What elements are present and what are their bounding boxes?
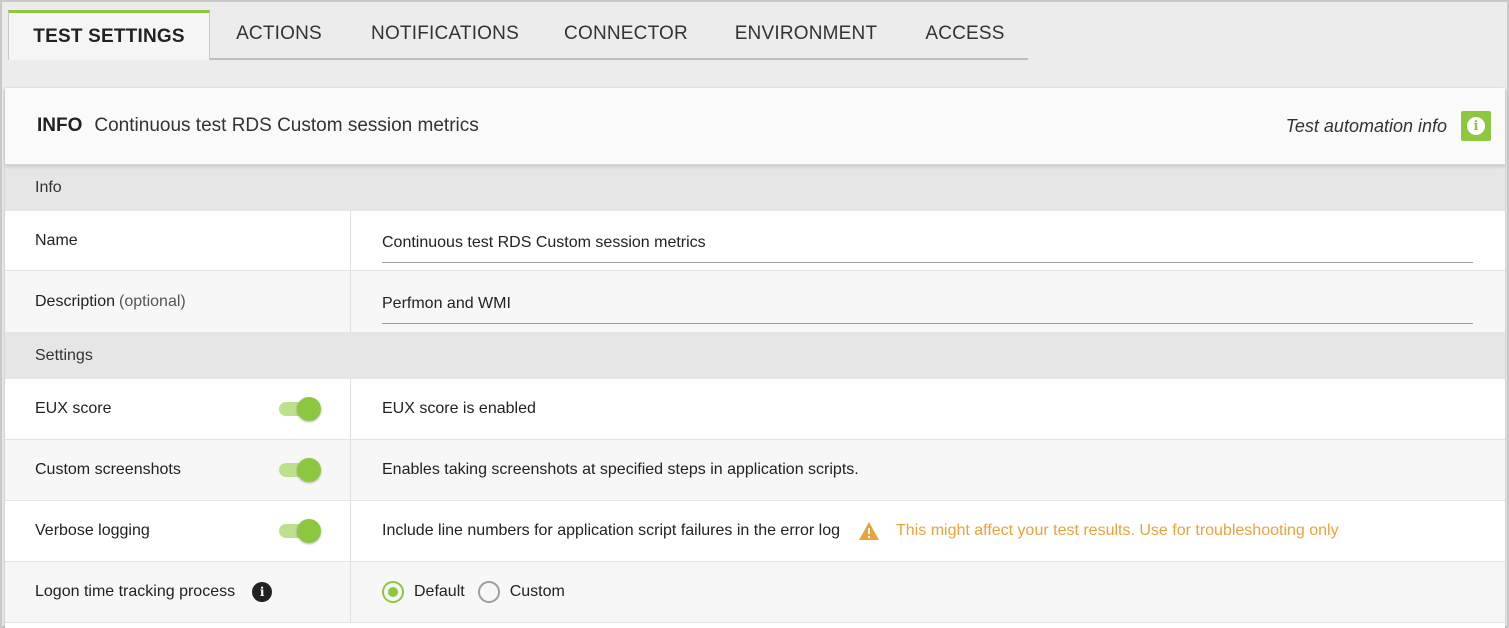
tab-access[interactable]: ACCESS — [902, 10, 1028, 58]
screenshots-toggle[interactable] — [279, 458, 321, 482]
logon-info-icon[interactable]: i — [252, 582, 273, 602]
test-automation-info-link[interactable]: Test automation info — [1286, 116, 1447, 137]
verbose-toggle[interactable] — [279, 519, 321, 543]
logon-default-label[interactable]: Default — [414, 583, 465, 601]
optional-hint: (optional) — [119, 292, 186, 310]
warning-icon — [858, 521, 880, 541]
tab-bar: TEST SETTINGS ACTIONS NOTIFICATIONS CONN… — [8, 8, 1028, 60]
screenshots-description: Enables taking screenshots at specified … — [382, 461, 859, 478]
logon-custom-radio[interactable] — [477, 581, 500, 603]
eux-label: EUX score — [35, 400, 112, 417]
section-settings: Settings — [5, 333, 1505, 379]
tab-test-settings[interactable]: TEST SETTINGS — [8, 10, 210, 60]
verbose-warning: This might affect your test results. Use… — [896, 522, 1339, 539]
description-label: Description — [35, 292, 116, 310]
logon-label: Logon time tracking process — [35, 583, 236, 600]
verbose-description: Include line numbers for application scr… — [382, 522, 841, 539]
verbose-label: Verbose logging — [35, 522, 150, 539]
description-row: Description (optional) Perfmon and WMI — [5, 271, 1505, 333]
verbose-row: Verbose logging Include line numbers for… — [5, 501, 1505, 562]
tab-connector[interactable]: CONNECTOR — [542, 10, 710, 58]
tab-environment[interactable]: ENVIRONMENT — [710, 10, 902, 58]
panel-header: INFO Continuous test RDS Custom session … — [5, 88, 1505, 165]
name-row: Name Continuous test RDS Custom session … — [5, 211, 1505, 271]
description-field[interactable]: Perfmon and WMI — [382, 285, 1473, 324]
tab-notifications[interactable]: NOTIFICATIONS — [348, 10, 542, 58]
eux-toggle[interactable] — [279, 397, 321, 421]
tab-actions[interactable]: ACTIONS — [210, 10, 348, 58]
header-title: Continuous test RDS Custom session metri… — [94, 115, 479, 136]
settings-panel: INFO Continuous test RDS Custom session … — [5, 88, 1505, 628]
logon-default-radio[interactable] — [382, 581, 404, 603]
name-field[interactable]: Continuous test RDS Custom session metri… — [382, 224, 1473, 263]
screenshots-row: Custom screenshots Enables taking screen… — [5, 440, 1505, 501]
info-button[interactable]: i — [1461, 111, 1491, 141]
logon-custom-label[interactable]: Custom — [510, 583, 565, 601]
name-label: Name — [35, 231, 78, 249]
section-info: Info — [5, 165, 1505, 211]
header-label: INFO — [37, 115, 83, 136]
eux-row: EUX score EUX score is enabled — [5, 379, 1505, 440]
screenshots-label: Custom screenshots — [35, 461, 181, 478]
logon-row: Logon time tracking process i Default Cu… — [5, 562, 1505, 623]
eux-description: EUX score is enabled — [382, 400, 536, 417]
info-icon: i — [1467, 117, 1485, 135]
